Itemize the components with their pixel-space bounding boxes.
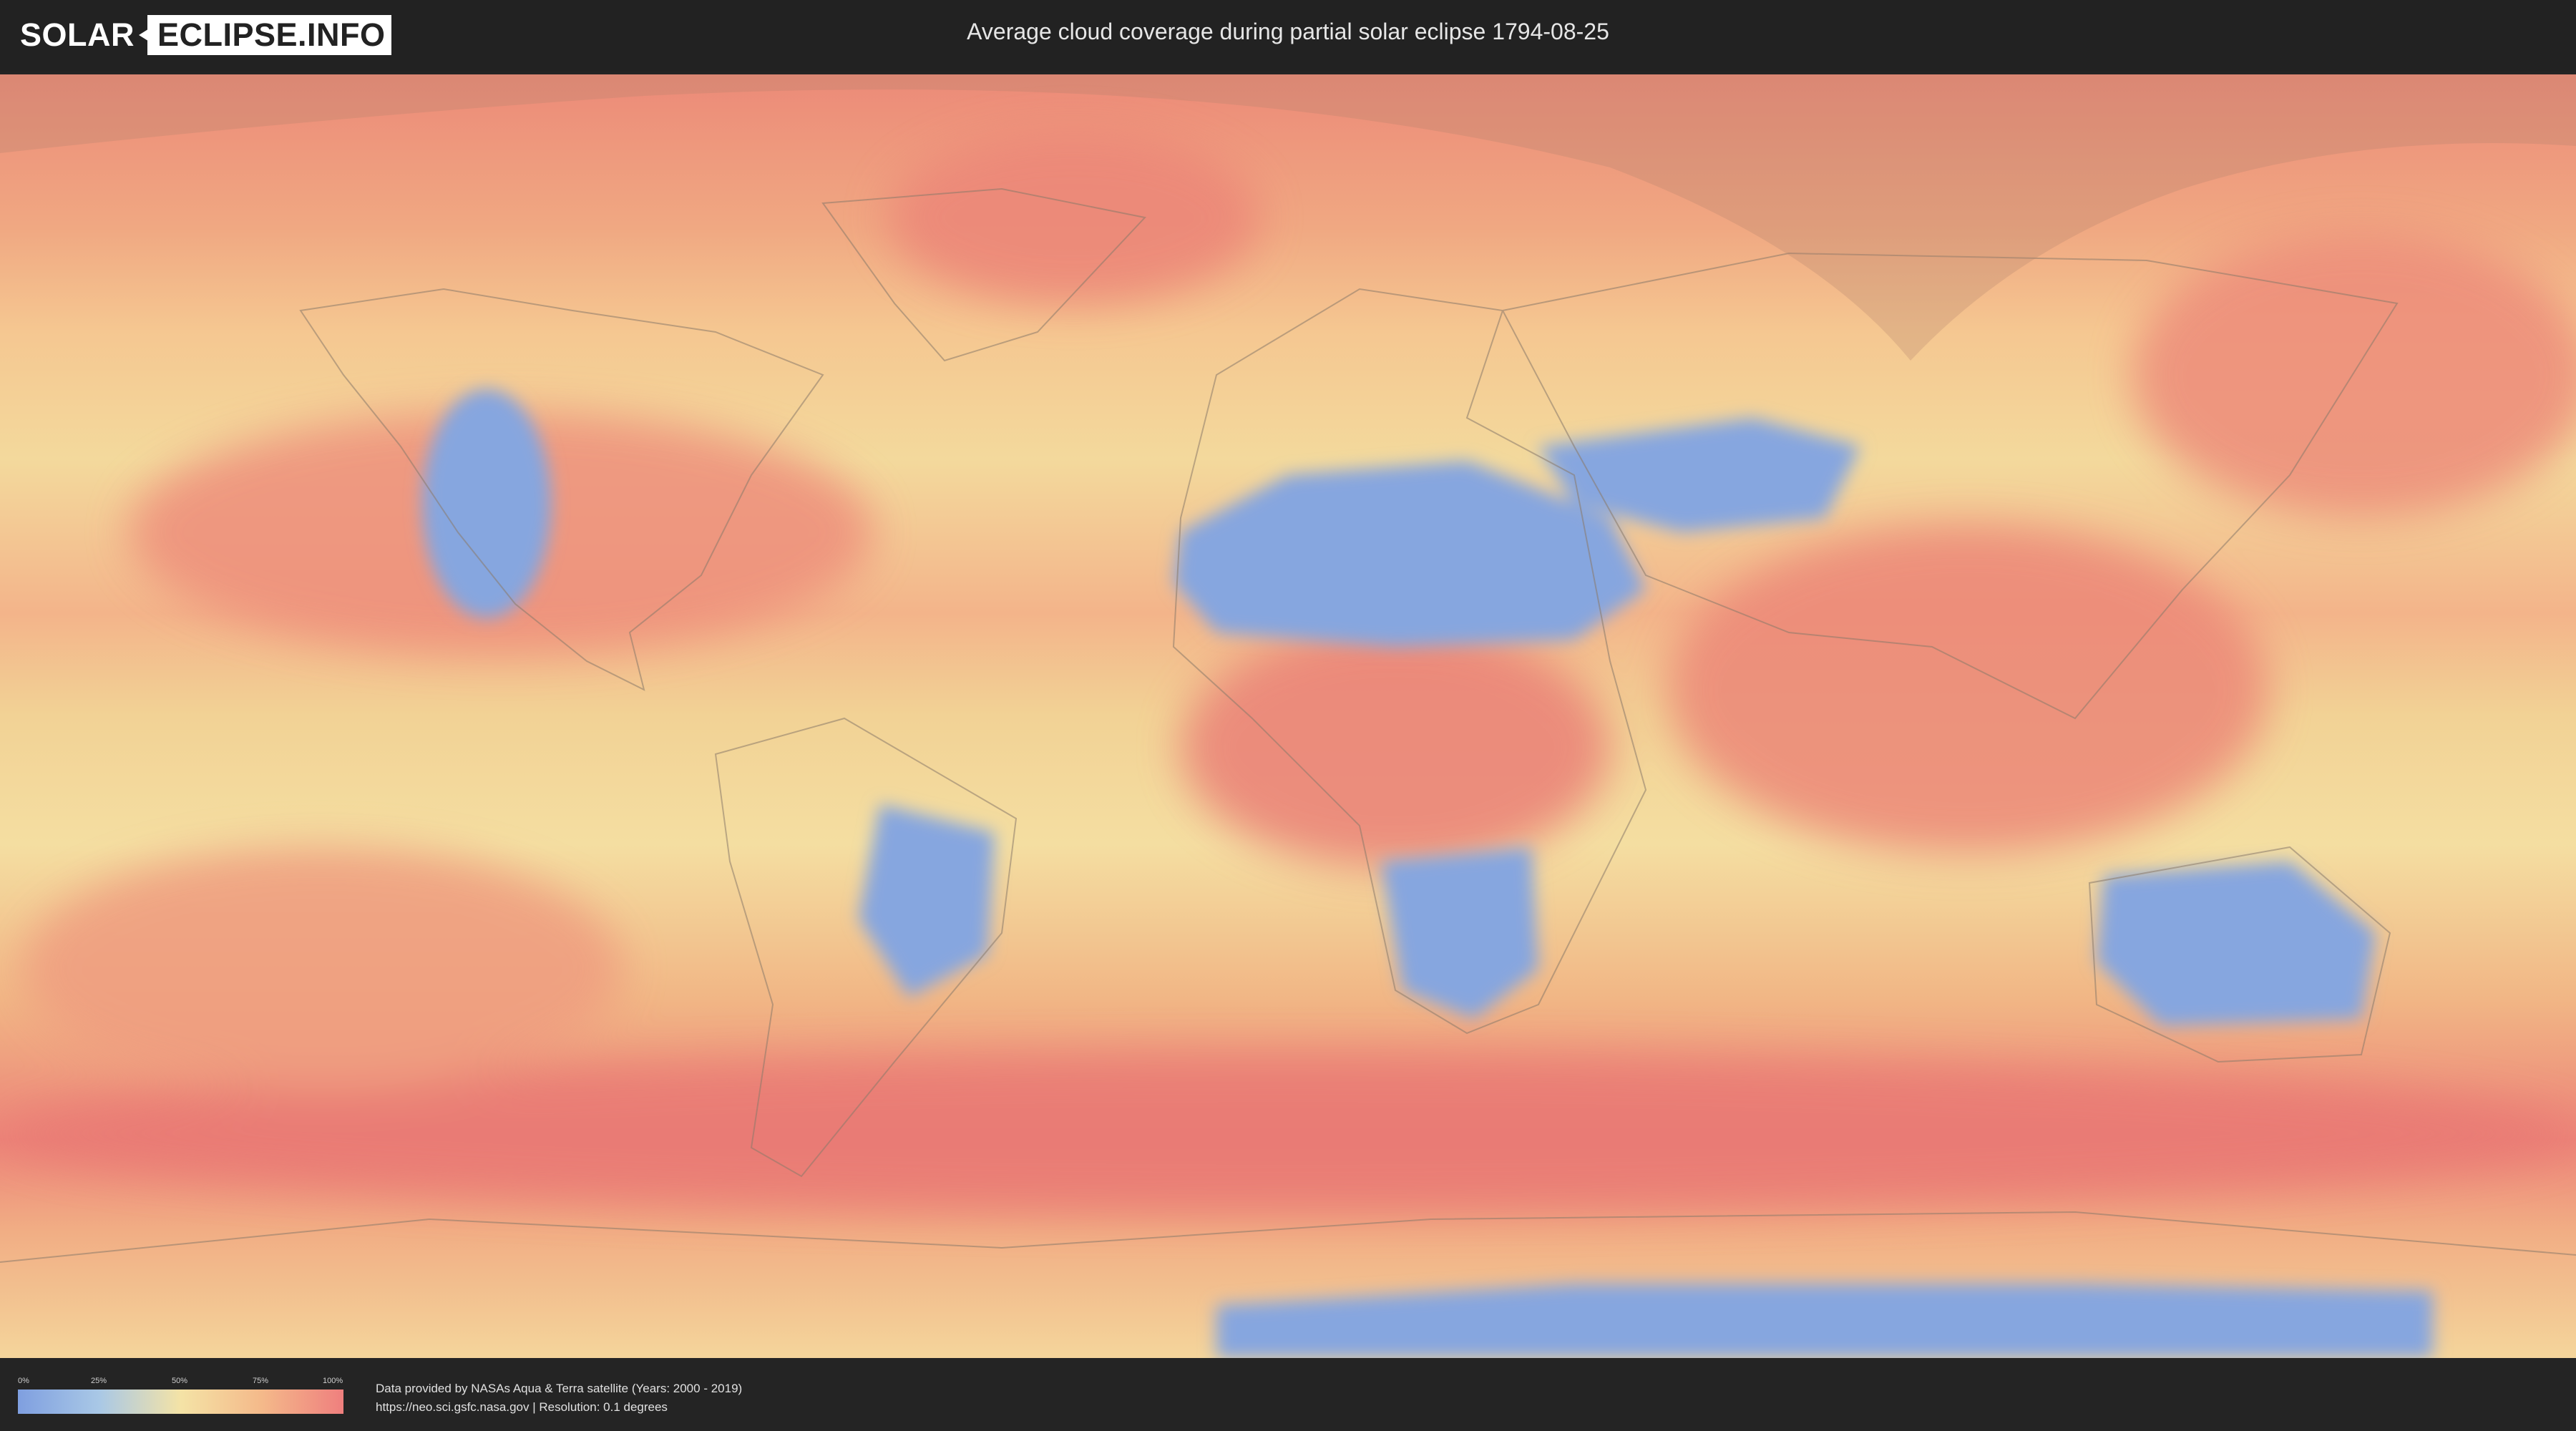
page-title: Average cloud coverage during partial so…	[967, 19, 1609, 44]
cloud-coverage-map[interactable]	[0, 74, 2576, 1358]
legend-color-bar	[18, 1390, 343, 1414]
legend-ticks: 0% 25% 50% 75% 100%	[18, 1377, 343, 1387]
legend-tick-50: 50%	[172, 1377, 188, 1385]
legend-tick-100: 100%	[323, 1377, 343, 1385]
cloud-coverage-legend: 0% 25% 50% 75% 100%	[18, 1377, 343, 1414]
credit-line-1: Data provided by NASAs Aqua & Terra sate…	[376, 1382, 743, 1395]
credit-line-2: https://neo.sci.gsfc.nasa.gov | Resoluti…	[376, 1400, 668, 1414]
data-credit: Data provided by NASAs Aqua & Terra sate…	[376, 1379, 742, 1417]
header-bar: SOLAR ECLIPSE.INFO Average cloud coverag…	[0, 0, 2576, 72]
legend-tick-0: 0%	[18, 1377, 29, 1385]
legend-tick-25: 25%	[91, 1377, 107, 1385]
legend-tick-75: 75%	[253, 1377, 269, 1385]
